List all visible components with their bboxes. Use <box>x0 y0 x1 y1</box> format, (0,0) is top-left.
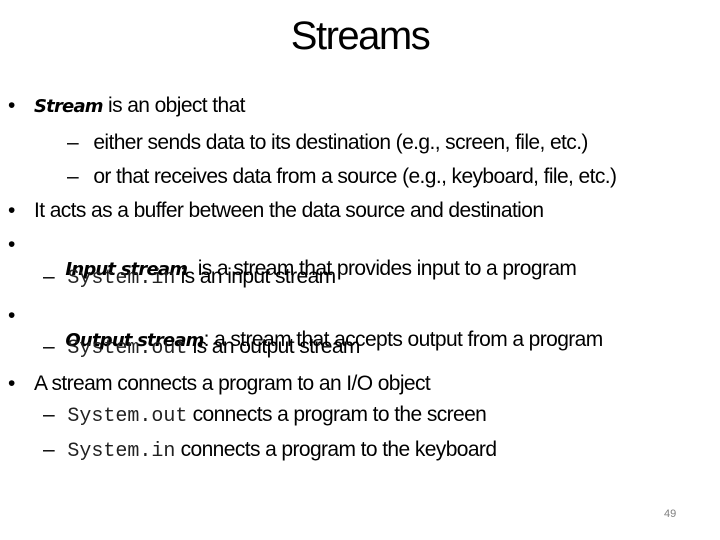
page-number: 49 <box>664 508 677 520</box>
sub-item-text: connects a program to the keyboard <box>175 438 497 461</box>
emphasis-term: Stream <box>34 96 104 117</box>
sub-item-sends-data: – either sends data to its destination (… <box>67 131 588 155</box>
bullet-text: It acts as a buffer between the data sou… <box>34 199 544 222</box>
bullet-icon: • <box>8 233 15 256</box>
sub-item-text: either sends data to its destination (e.… <box>93 131 588 154</box>
dash-icon: – <box>43 438 55 461</box>
bullet-item-output-stream: • Output stream: a stream that accepts o… <box>8 304 603 351</box>
dash-icon: – <box>43 335 55 358</box>
sub-item-text: connects a program to the screen <box>187 403 487 426</box>
bullet-icon: • <box>8 304 15 327</box>
code-snippet: System.in <box>67 267 176 290</box>
bullet-item-connects: • A stream connects a program to an I/O … <box>8 372 431 396</box>
dash-icon: – <box>67 131 79 154</box>
bullet-item-buffer: • It acts as a buffer between the data s… <box>8 199 544 223</box>
sub-item-receives-data: – or that receives data from a source (e… <box>67 165 617 189</box>
bullet-item-input-stream: • Input stream is a stream that provides… <box>8 233 577 280</box>
bullet-item-stream-definition: • Stream is an object that <box>8 94 246 118</box>
code-snippet: System.in <box>67 440 176 463</box>
bullet-icon: • <box>8 372 15 395</box>
slide-title-text: Streams <box>290 14 431 58</box>
sub-item-text: or that receives data from a source (e.g… <box>93 165 617 188</box>
sub-item-text: is an output stream <box>187 335 361 358</box>
bullet-text: A stream connects a program to an I/O ob… <box>34 372 431 395</box>
code-snippet: System.out <box>67 337 188 360</box>
code-snippet: System.out <box>67 405 188 428</box>
dash-icon: – <box>43 403 55 426</box>
bullet-icon: • <box>8 199 15 222</box>
dash-icon: – <box>67 165 79 188</box>
sub-item-system-out: – System.out is an output stream <box>43 335 360 361</box>
bullet-text: is an object that <box>102 94 246 117</box>
bullet-icon: • <box>8 94 15 117</box>
sub-item-text: is an input stream <box>175 265 337 288</box>
sub-item-system-in: – System.in is an input stream <box>43 265 336 291</box>
sub-item-in-keyboard: – System.in connects a program to the ke… <box>43 438 497 464</box>
dash-icon: – <box>43 265 55 288</box>
sub-item-out-screen: – System.out connects a program to the s… <box>43 403 487 429</box>
slide-title: Streams <box>0 14 720 59</box>
